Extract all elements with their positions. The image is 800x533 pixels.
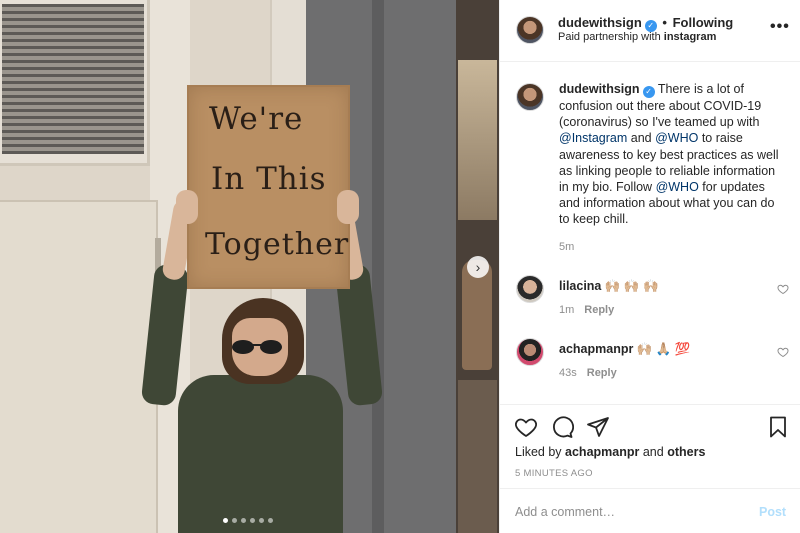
- post-caption: dudewithsign ✓ There is a lot of confusio…: [500, 63, 800, 253]
- building-door: [0, 200, 158, 533]
- sunglasses-lens-right: [260, 340, 282, 354]
- comment-username[interactable]: lilacina: [559, 279, 601, 293]
- header-user-line: dudewithsign ✓ • Following: [558, 15, 733, 32]
- add-comment-input[interactable]: [515, 501, 745, 523]
- wall-vent: [0, 0, 150, 166]
- like-heart-icon[interactable]: [514, 415, 538, 439]
- paid-partnership-label: Paid partnership with: [558, 31, 664, 43]
- commenter-avatar[interactable]: [516, 338, 544, 366]
- comment-line: lilacina 🙌🏼 🙌🏼 🙌🏼: [559, 279, 659, 294]
- carousel-dot-4: [250, 518, 255, 523]
- person-torso: [178, 375, 343, 533]
- comment-meta: 1m Reply: [559, 304, 614, 316]
- post-side-panel: dudewithsign ✓ • Following Paid partnersh…: [499, 0, 800, 533]
- right-hand: [337, 190, 359, 224]
- caption-author-avatar[interactable]: [516, 83, 544, 111]
- header-separator: •: [662, 15, 667, 30]
- verified-badge-icon: ✓: [642, 86, 655, 98]
- share-paper-plane-icon[interactable]: [586, 415, 610, 439]
- liked-by-others[interactable]: others: [667, 445, 705, 459]
- comment-text: 🙌🏼 🙌🏼 🙌🏼: [604, 279, 659, 293]
- caption-timestamp[interactable]: 5m: [559, 241, 787, 253]
- reply-button[interactable]: Reply: [584, 304, 614, 316]
- caption-text-2: and: [627, 131, 656, 146]
- save-bookmark-icon[interactable]: [766, 415, 790, 439]
- storefront-light: [458, 60, 497, 220]
- carousel-dot-6: [268, 518, 273, 523]
- carousel-dot-5: [259, 518, 264, 523]
- post-header: dudewithsign ✓ • Following Paid partnersh…: [500, 0, 800, 62]
- left-hand: [176, 190, 198, 224]
- comment-item: achapmanpr 🙌🏼 🙏🏼 💯 43s Reply: [500, 338, 800, 398]
- liked-by-line: Liked by achapmanpr and others: [515, 445, 705, 459]
- more-options-icon[interactable]: •••: [770, 18, 790, 36]
- paid-partnership-line: Paid partnership with instagram: [558, 31, 716, 43]
- post-photo[interactable]: We're In This Together ›: [0, 0, 499, 533]
- carousel-dot-1: [223, 518, 228, 523]
- cardboard-sign: We're In This Together: [187, 85, 350, 289]
- reply-button[interactable]: Reply: [587, 367, 617, 379]
- sign-line-1: We're: [209, 101, 304, 137]
- comment-meta: 43s Reply: [559, 367, 617, 379]
- carousel-dots: [223, 518, 273, 523]
- carousel-dot-2: [232, 518, 237, 523]
- following-button[interactable]: Following: [673, 15, 734, 30]
- column-edge: [372, 0, 384, 533]
- carousel-dot-3: [241, 518, 246, 523]
- commenter-avatar[interactable]: [516, 275, 544, 303]
- post-age[interactable]: 5 MINUTES AGO: [515, 468, 593, 479]
- storefront-shelf: [458, 380, 497, 533]
- liked-by-user[interactable]: achapmanpr: [565, 445, 639, 459]
- mention-instagram[interactable]: @Instagram: [559, 131, 627, 145]
- liked-by-mid: and: [639, 445, 668, 459]
- author-avatar[interactable]: [516, 16, 544, 44]
- chevron-right-icon[interactable]: ›: [467, 256, 489, 278]
- mention-who[interactable]: @WHO: [655, 131, 698, 145]
- comment-item: lilacina 🙌🏼 🙌🏼 🙌🏼 1m Reply: [500, 275, 800, 335]
- comment-like-heart-icon[interactable]: [777, 346, 789, 358]
- liked-by-prefix: Liked by: [515, 445, 566, 459]
- post-actions: Liked by achapmanpr and others 5 MINUTES…: [500, 404, 800, 488]
- mention-who-2[interactable]: @WHO: [656, 180, 699, 194]
- comment-username[interactable]: achapmanpr: [559, 342, 633, 356]
- sunglasses: [232, 340, 284, 354]
- comment-bubble-icon[interactable]: [550, 415, 574, 439]
- caption-username[interactable]: dudewithsign: [559, 82, 640, 96]
- vent-grille: [2, 4, 144, 154]
- comment-line: achapmanpr 🙌🏼 🙏🏼 💯: [559, 342, 690, 357]
- sunglasses-lens-left: [232, 340, 254, 354]
- comment-like-heart-icon[interactable]: [777, 283, 789, 295]
- comment-time[interactable]: 43s: [559, 367, 577, 379]
- author-username[interactable]: dudewithsign: [558, 15, 642, 30]
- comment-text: 🙌🏼 🙏🏼 💯: [636, 342, 691, 356]
- caption-text: dudewithsign ✓ There is a lot of confusio…: [559, 81, 787, 228]
- comment-time[interactable]: 1m: [559, 304, 574, 316]
- add-comment-bar: Post: [500, 488, 800, 533]
- partner-link[interactable]: instagram: [664, 31, 717, 43]
- post-comment-button[interactable]: Post: [759, 505, 786, 519]
- sign-line-3: Together: [205, 227, 350, 262]
